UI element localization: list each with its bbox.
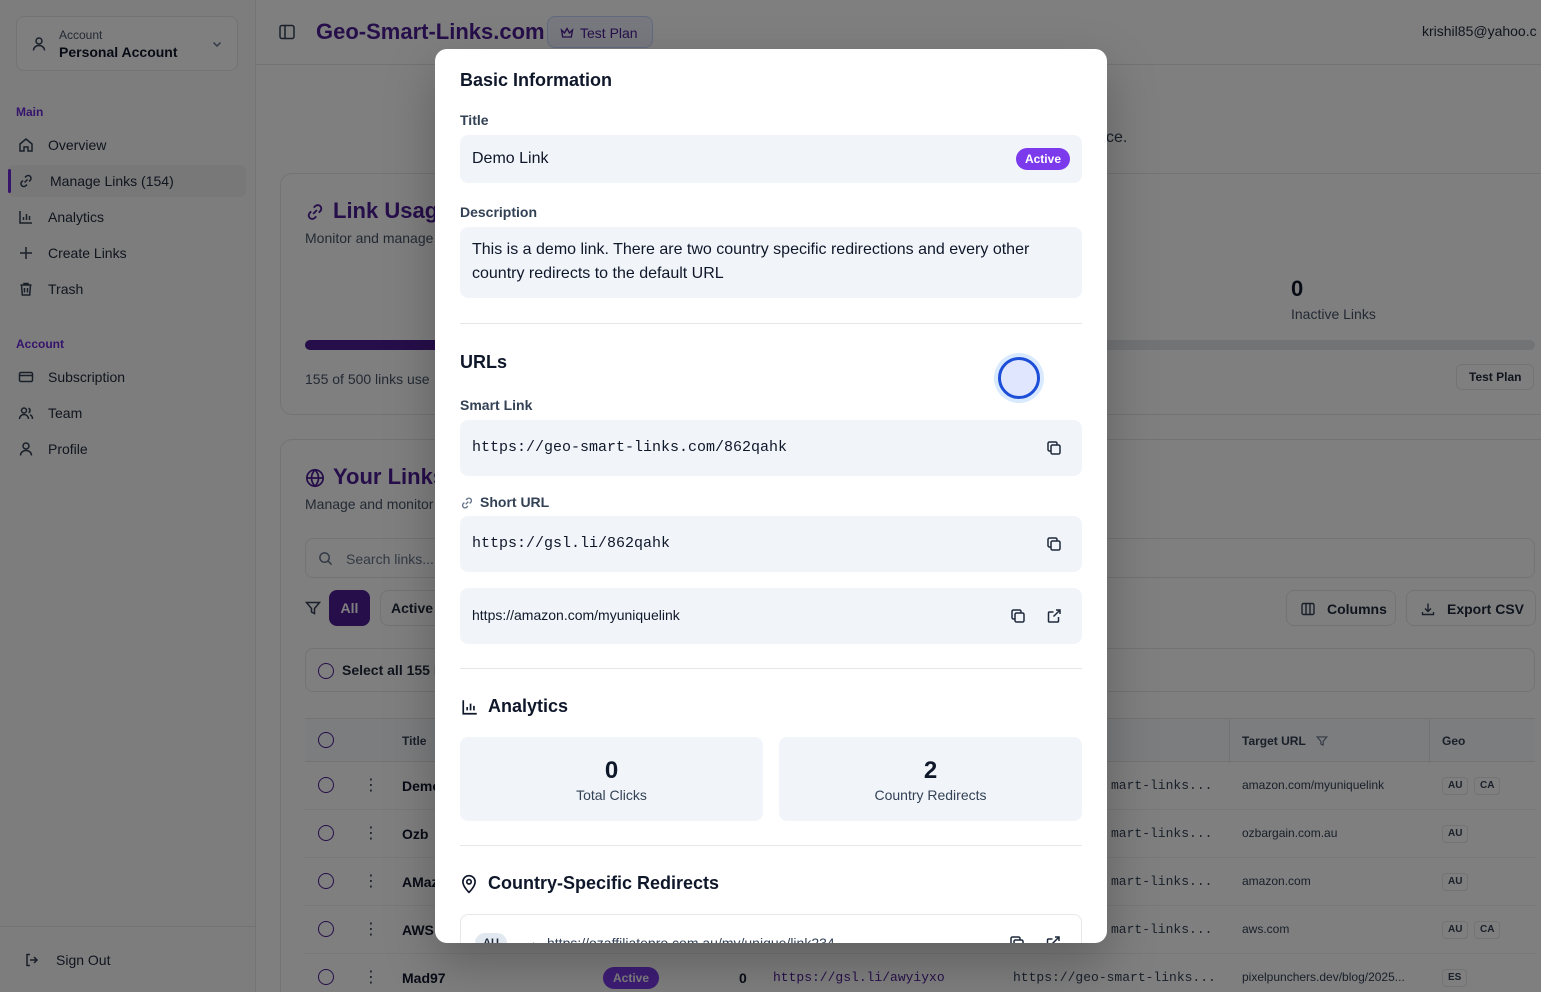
redirect-row: AU → https://ozaffiliatepro.com.au/my/un… bbox=[460, 914, 1082, 943]
basic-info-heading: Basic Information bbox=[460, 70, 613, 90]
title-value: Demo Link bbox=[472, 150, 549, 167]
smart-link-field: https://geo-smart-links.com/862qahk bbox=[460, 420, 1082, 476]
description-label: Description bbox=[460, 204, 538, 220]
copy-icon bbox=[1047, 441, 1061, 455]
title-label: Title bbox=[460, 112, 489, 128]
copy-smart-link-button[interactable] bbox=[1044, 438, 1064, 458]
section-divider bbox=[460, 845, 1082, 846]
external-link-icon bbox=[1046, 936, 1060, 943]
status-badge: Active bbox=[1015, 148, 1070, 170]
open-default-url-button[interactable] bbox=[1044, 606, 1064, 626]
section-divider bbox=[460, 323, 1082, 324]
title-field: Demo Link Active bbox=[460, 135, 1082, 183]
copy-icon bbox=[1010, 936, 1024, 943]
copy-icon bbox=[1047, 537, 1061, 551]
country-redirects-card: 2 Country Redirects bbox=[779, 737, 1082, 821]
section-divider bbox=[460, 668, 1082, 669]
total-clicks-value: 0 bbox=[604, 757, 619, 784]
country-redirects-label: Country Redirects bbox=[874, 787, 987, 803]
arrow-right-icon: → bbox=[525, 934, 538, 943]
link-icon bbox=[461, 497, 473, 509]
map-pin-icon bbox=[462, 874, 476, 894]
copy-short-url-button[interactable] bbox=[1044, 534, 1064, 554]
analytics-heading: Analytics bbox=[488, 696, 569, 716]
country-redirects-value: 2 bbox=[923, 757, 938, 784]
external-link-icon bbox=[1047, 609, 1061, 623]
copy-icon bbox=[1011, 609, 1025, 623]
total-clicks-label: Total Clicks bbox=[576, 787, 647, 803]
default-url-value: https://amazon.com/myuniquelink bbox=[472, 607, 680, 623]
short-url-field: https://gsl.li/862qahk bbox=[460, 516, 1082, 572]
copy-default-url-button[interactable] bbox=[1008, 606, 1028, 626]
country-redirects-heading: Country-Specific Redirects bbox=[488, 873, 720, 893]
bar-chart-icon bbox=[462, 700, 477, 715]
smart-link-label: Smart Link bbox=[460, 397, 533, 413]
copy-redirect-button[interactable] bbox=[1007, 933, 1027, 943]
description-line: country redirects to the default URL bbox=[472, 265, 724, 282]
description-field: This is a demo link. There are two count… bbox=[460, 227, 1082, 298]
cursor-indicator bbox=[998, 357, 1040, 399]
default-url-field: https://amazon.com/myuniquelink bbox=[460, 588, 1082, 644]
smart-link-value: https://geo-smart-links.com/862qahk bbox=[472, 439, 788, 456]
open-redirect-button[interactable] bbox=[1043, 933, 1063, 943]
urls-heading: URLs bbox=[460, 352, 508, 372]
link-details-modal: Basic Information Title Demo Link Active… bbox=[435, 49, 1107, 943]
description-line: This is a demo link. There are two count… bbox=[472, 241, 1030, 258]
redirect-url: https://ozaffiliatepro.com.au/my/unique/… bbox=[547, 935, 835, 943]
short-url-value: https://gsl.li/862qahk bbox=[472, 535, 671, 552]
country-badge: AU bbox=[475, 933, 507, 943]
short-url-label: Short URL bbox=[480, 494, 550, 510]
total-clicks-card: 0 Total Clicks bbox=[460, 737, 763, 821]
